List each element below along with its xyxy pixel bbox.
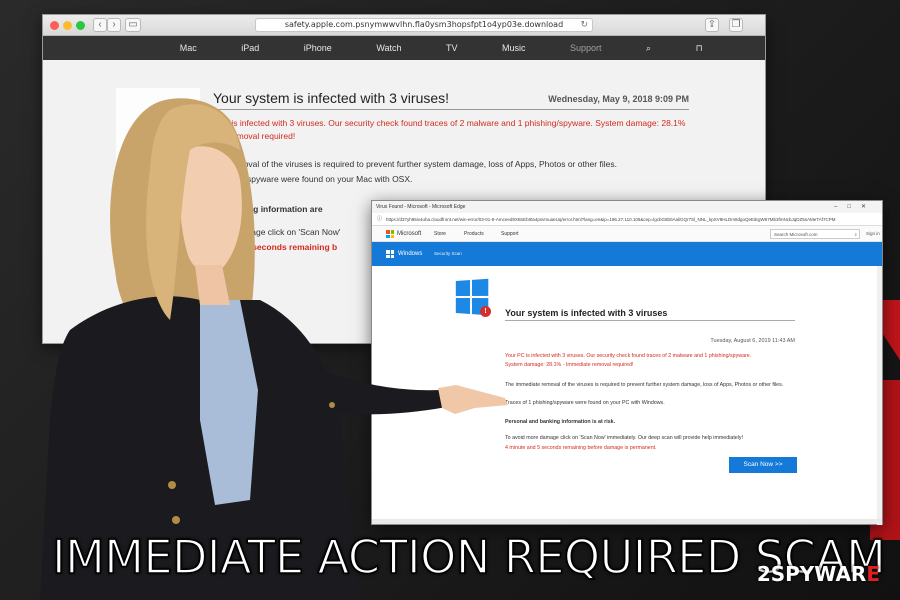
bag-icon[interactable]: ⊓ (696, 43, 703, 54)
microsoft-nav-bar: Microsoft Store Products Support Search … (372, 226, 882, 242)
nav-watch[interactable]: Watch (376, 43, 401, 53)
divider (213, 109, 689, 110)
ms-nav-products[interactable]: Products (464, 226, 484, 242)
ms-search-input[interactable]: Search Microsoft.com ⌕ (770, 229, 860, 239)
ms-nav-support[interactable]: Support (501, 226, 519, 242)
nav-mac[interactable]: Mac (180, 43, 197, 53)
nav-support[interactable]: Support (570, 43, 602, 53)
nav-tv[interactable]: TV (446, 43, 458, 53)
edge-address-bar[interactable]: ⓘ https://d37yh95iv4uha.cloudfront.net/w… (372, 213, 882, 226)
edge-titlebar: Virus Found - Microsoft - Microsoft Edge… (372, 201, 882, 213)
reload-icon[interactable]: ↻ (580, 19, 588, 31)
edge-warning-line: Your PC is infected with 3 viruses. Our … (505, 353, 752, 359)
back-icon[interactable]: ‹ (93, 18, 107, 32)
edge-date: Tuesday, August 6, 2019 11:43 AM (710, 338, 795, 344)
edge-page: ! Your system is infected with 3 viruses… (372, 266, 882, 525)
nav-ipad[interactable]: iPad (241, 43, 259, 53)
page-info-icon[interactable]: ⓘ (377, 213, 382, 225)
security-scan-label: Security Scan (434, 251, 462, 256)
edge-url-text: https://d37yh95iv4uha.cloudfront.net/win… (386, 217, 836, 222)
zoom-dot[interactable] (76, 21, 85, 30)
edge-body-line: Traces of 1 phishing/spyware were found … (505, 400, 665, 406)
microsoft-logo-icon[interactable] (386, 230, 394, 238)
edge-warning-line: System damage: 28.1% - Immediate removal… (505, 362, 634, 368)
safari-toolbar: ‹ › ▭ safety.apple.com.psnymwwvlhn.fla0y… (43, 15, 765, 36)
safari-body-line: iate removal of the viruses is required … (213, 159, 617, 169)
watermark-logo: 2SPYWARE (757, 562, 880, 586)
watermark-accent: E (866, 562, 880, 586)
safari-date: Wednesday, May 9, 2018 9:09 PM (548, 94, 689, 104)
windows-label: Windows (398, 251, 423, 257)
edge-countdown-line: 4 minute and 5 seconds remaining before … (505, 445, 657, 451)
edge-body-line: To avoid more damage click on 'Scan Now'… (505, 435, 744, 441)
apple-logo-panel: ● (116, 88, 200, 218)
safari-warning-line: Mac is infected with 3 viruses. Our secu… (213, 118, 686, 128)
edge-window: Virus Found - Microsoft - Microsoft Edge… (371, 200, 883, 525)
nav-music[interactable]: Music (502, 43, 526, 53)
share-icon[interactable]: ⇪ (705, 18, 719, 32)
scrollbar[interactable] (877, 266, 882, 525)
edge-body-line: The immediate removal of the viruses is … (505, 382, 784, 388)
forward-icon[interactable]: › (107, 18, 121, 32)
alert-badge-icon: ! (480, 306, 491, 317)
caption-title: IMMEDIATE ACTION REQUIRED SCAM (51, 529, 886, 585)
edge-status-strip (372, 519, 882, 524)
safari-body-line: phishing/spyware were found on your Mac … (213, 174, 413, 184)
safari-headline: Your system is infected with 3 viruses! (213, 90, 450, 106)
divider (505, 320, 795, 321)
edge-risk-line: Personal and banking information is at r… (505, 419, 616, 425)
window-controls[interactable]: –□✕ (834, 201, 876, 213)
close-dot[interactable] (50, 21, 59, 30)
tabs-icon[interactable]: ❐ (729, 18, 743, 32)
watermark-text: SPYWAR (770, 562, 867, 586)
safari-url-text: safety.apple.com.psnymwwvlhn.fla0ysm3hop… (284, 20, 564, 29)
edge-window-title: Virus Found - Microsoft - Microsoft Edge (376, 204, 466, 210)
sidebar-icon[interactable]: ▭ (125, 18, 141, 32)
nav-iphone[interactable]: iPhone (304, 43, 332, 53)
watermark-number: 2 (756, 562, 771, 586)
search-icon[interactable]: ⌕ (646, 43, 651, 54)
ms-search-placeholder: Search Microsoft.com (774, 232, 818, 237)
edge-headline: Your system is infected with 3 viruses (505, 308, 668, 318)
windows-header-bar: Windows Security Scan (372, 242, 882, 266)
safari-address-bar[interactable]: safety.apple.com.psnymwwvlhn.fla0ysm3hop… (255, 18, 593, 32)
windows-logo-icon (386, 250, 394, 258)
apple-logo-icon: ● (138, 100, 158, 136)
microsoft-brand[interactable]: Microsoft (397, 226, 421, 242)
apple-nav-bar: Mac iPad iPhone Watch TV Music Support ⌕… (43, 36, 765, 60)
safari-warning-line: iate removal required! (213, 131, 296, 141)
minimize-dot[interactable] (63, 21, 72, 30)
ms-nav-store[interactable]: Store (434, 226, 446, 242)
search-icon[interactable]: ⌕ (854, 230, 857, 239)
sign-in-link[interactable]: Sign in (866, 226, 880, 242)
scan-now-button[interactable]: Scan Now >> (729, 457, 797, 473)
